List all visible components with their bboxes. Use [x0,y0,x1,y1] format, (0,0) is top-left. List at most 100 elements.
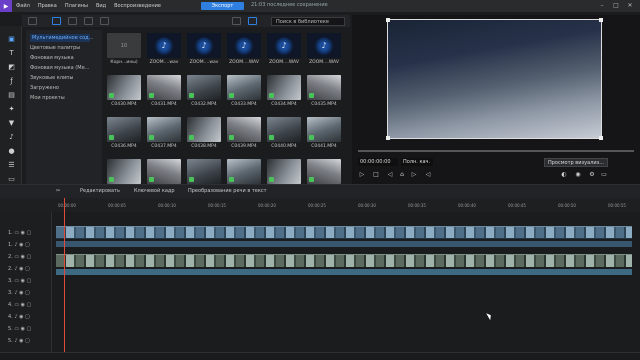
media-tile[interactable]: ♪ ZOOM....wav [147,33,181,70]
video-track-icon[interactable]: ▭ ◉ ▢ [13,278,31,284]
media-filter-all-icon[interactable] [52,17,61,25]
menu-view[interactable]: Вид [92,3,110,9]
menu-playback[interactable]: Воспроизведение [110,3,165,9]
media-tile[interactable]: C0433.MP4 [227,75,261,112]
side-item-background-music[interactable]: Фоновая музыка [30,55,74,61]
track-header-row[interactable]: 1. ♪ ◉ ▢ [8,242,30,248]
next-frame-icon[interactable]: ⌂ [398,171,406,179]
side-item-color-boards[interactable]: Цветовые палитры [30,45,80,51]
import-icon[interactable] [28,17,37,25]
track-header-row[interactable]: 3. ▭ ◉ ▢ [8,278,31,284]
snapshot-icon[interactable]: ◉ [574,171,582,179]
playhead[interactable] [64,198,65,360]
resize-handle-icon[interactable] [386,136,390,140]
overlay-room-icon[interactable]: ▤ [7,90,16,99]
side-item-downloaded[interactable]: Загружено [30,85,59,91]
out-point-icon[interactable]: ◁ [424,171,432,179]
video-track-icon[interactable]: ▭ ◉ ▢ [13,302,31,308]
resize-handle-icon[interactable] [599,136,603,140]
menu-plugins[interactable]: Плагины [61,3,92,9]
resize-handle-icon[interactable] [386,18,390,22]
audio-mixing-icon[interactable]: ♪ [7,132,16,141]
media-tile[interactable]: 10 Корн...ины) [107,33,141,70]
menu-file[interactable]: Файл [12,3,34,9]
media-tile[interactable]: C0440.MP4 [267,117,301,154]
title-room-icon[interactable]: T [7,48,16,57]
stop-icon[interactable]: □ [372,171,380,179]
speech-to-text-button[interactable]: Преобразование речи в текст [188,188,267,194]
settings-icon[interactable]: ⚙ [588,171,596,179]
video-track-icon[interactable]: ▭ ◉ ▢ [13,254,31,260]
library-search-input[interactable]: Поиск в библиотеке [271,17,345,26]
media-tile[interactable]: C0432.MP4 [187,75,221,112]
media-tile[interactable]: ♪ ZOOM....WAV [267,33,301,70]
sort-icon[interactable] [232,17,241,25]
media-tile[interactable]: C0436.MP4 [107,117,141,154]
filter-room-icon[interactable]: ▼ [7,118,16,127]
grid-view-icon[interactable] [248,17,257,25]
track-header-row[interactable]: 4. ▭ ◉ ▢ [8,302,31,308]
audio-track-icon[interactable]: ♪ ◉ ▢ [13,338,29,344]
media-tile[interactable]: C0441.MP4 [307,117,341,154]
track-header-row[interactable]: 2. ▭ ◉ ▢ [8,254,31,260]
visualization-preview-button[interactable]: Просмотр визуализ... [544,158,608,167]
media-filter-audio-icon[interactable] [100,17,109,25]
subtitle-room-icon[interactable]: ▭ [7,174,16,183]
track-header-row[interactable]: 5. ♪ ◉ ▢ [8,338,30,344]
track-header-row[interactable]: 2. ♪ ◉ ▢ [8,266,30,272]
in-point-icon[interactable]: ▷ [410,171,418,179]
fx-room-icon[interactable]: ƒ [7,76,16,85]
quality-dropdown[interactable]: Полн. кач. [401,158,433,166]
volume-icon[interactable]: ◐ [560,171,568,179]
audio-waveform[interactable] [56,241,632,247]
media-tile[interactable]: ♪ ZOOM....wav [187,33,221,70]
media-tile[interactable]: C0439.MP4 [227,117,261,154]
media-filter-video-icon[interactable] [68,17,77,25]
track-header-row[interactable]: 3. ♪ ◉ ▢ [8,290,30,296]
resize-handle-icon[interactable] [599,18,603,22]
prev-frame-icon[interactable]: ◁ [386,171,394,179]
media-tile[interactable]: C0437.MP4 [147,117,181,154]
media-tile[interactable]: ♪ ZOOM....WAV [307,33,341,70]
close-icon[interactable]: ✕ [626,2,634,10]
preview-frame[interactable] [386,18,603,140]
export-button[interactable]: Экспорт [201,2,244,10]
particle-room-icon[interactable]: ✦ [7,104,16,113]
media-tile[interactable]: C0435.MP4 [307,75,341,112]
video-track-icon[interactable]: ▭ ◉ ▢ [13,230,31,236]
track-header-row[interactable]: 1. ▭ ◉ ▢ [8,230,31,236]
keyframe-button[interactable]: Ключевой кадр [134,188,175,194]
video-clip[interactable]: C0430 [56,254,632,276]
media-tile[interactable]: C0434.MP4 [267,75,301,112]
side-item-media-content[interactable]: Мультимедийное сод... [30,34,93,42]
transition-room-icon[interactable]: ◩ [7,62,16,71]
audio-track-icon[interactable]: ♪ ◉ ▢ [13,290,29,296]
media-tile[interactable]: ♪ ZOOM....WAV [227,33,261,70]
play-icon[interactable]: ▷ [358,171,366,179]
media-tile[interactable]: C0438.MP4 [187,117,221,154]
audio-track-icon[interactable]: ♪ ◉ ▢ [13,314,29,320]
edit-button[interactable]: Редактировать [80,188,120,194]
maximize-icon[interactable]: □ [612,2,620,10]
side-item-sound-clips[interactable]: Звуковые клипы [30,75,73,81]
scissors-icon[interactable]: ✂ [56,188,60,194]
video-track-icon[interactable]: ▭ ◉ ▢ [13,326,31,332]
media-room-icon[interactable]: ▣ [7,34,16,43]
audio-track-icon[interactable]: ♪ ◉ ▢ [13,242,29,248]
audio-track-icon[interactable]: ♪ ◉ ▢ [13,266,29,272]
side-item-my-projects[interactable]: Мои проекты [30,95,65,101]
media-tile[interactable]: C0430.MP4 [107,75,141,112]
expand-icon[interactable]: ▭ [600,171,608,179]
track-header-row[interactable]: 5. ▭ ◉ ▢ [8,326,31,332]
record-voice-icon[interactable]: ● [7,146,16,155]
track-header-row[interactable]: 4. ♪ ◉ ▢ [8,314,30,320]
media-tile[interactable]: C0431.MP4 [147,75,181,112]
audio-waveform[interactable] [56,269,632,275]
side-item-background-music-meta[interactable]: Фоновая музыка (Ме... [30,65,89,71]
minimize-icon[interactable]: – [598,2,606,10]
video-clip[interactable] [56,226,632,239]
preview-scrubber[interactable] [358,150,634,152]
menu-edit[interactable]: Правка [34,3,61,9]
chapter-room-icon[interactable]: ☰ [7,160,16,169]
media-filter-image-icon[interactable] [84,17,93,25]
